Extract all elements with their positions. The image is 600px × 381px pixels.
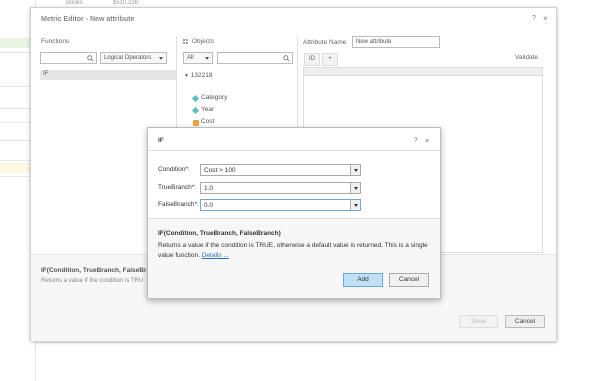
tab-id[interactable]: ID [304,53,320,66]
add-button[interactable]: Add [343,273,383,287]
functions-label: Functions [41,38,70,45]
functions-category-value: Logical Operators [104,55,152,61]
tree-root-item[interactable]: ▼ 132218 [184,72,212,79]
dialog-title: IF [158,137,164,144]
cancel-button[interactable]: Cancel [389,273,429,287]
falsebranch-combobox[interactable]: 0.0 [200,199,361,211]
objects-filter-value: All [187,55,194,61]
function-description: Returns a value if the condition is TRUE… [158,241,430,261]
functions-search-input[interactable] [40,52,97,64]
caret-down-icon: ▼ [184,73,189,79]
search-icon [283,55,290,62]
falsebranch-value: 0.0 [204,202,214,209]
metric-icon [193,120,199,126]
tree-item-category[interactable]: Category [201,94,227,101]
function-list-item-label: IF [43,71,49,77]
cancel-button[interactable]: Cancel [505,315,545,328]
objects-label: Objects [192,38,215,45]
chevron-down-icon[interactable] [350,200,360,210]
background-right-area [557,0,600,381]
function-list-item[interactable]: IF [40,70,176,80]
close-icon[interactable]: × [425,136,429,145]
chevron-down-icon[interactable] [350,165,360,175]
tree-item-year[interactable]: Year [201,106,214,113]
help-icon[interactable]: ? [532,15,536,22]
attribute-name-input[interactable]: New attribute [352,36,440,48]
chevron-down-icon [159,57,163,60]
tree-item-cost[interactable]: Cost [201,118,214,125]
attribute-icon [191,94,200,103]
function-description-text: Returns a value if the condition is TRUE… [158,242,428,259]
chevron-down-icon[interactable] [350,183,360,193]
truebranch-value: 1.0 [204,185,214,192]
attribute-name-label: Attribute Name [303,39,347,46]
function-description: Returns a value if the condition is TRU [41,278,144,284]
objects-filter-select[interactable]: All [183,52,213,64]
condition-label: Condition*: [158,166,190,173]
condition-combobox[interactable]: Cost > 100 [200,164,361,176]
background-bottom-area [36,342,557,381]
validate-link[interactable]: Validate [515,54,538,61]
divider [148,150,440,151]
objects-search-input[interactable] [217,52,293,64]
details-link[interactable]: Details ... [202,252,229,259]
tree-root-label: 132218 [190,72,213,79]
dialog-title: Metric Editor - New attribute [41,16,135,23]
background-text: $510,236 [113,0,139,6]
chevron-down-icon [205,57,209,60]
truebranch-label: TrueBranch*: [158,184,197,191]
if-function-dialog: IF ? × Condition*: Cost > 100 TrueBranch… [147,127,441,299]
grid-icon [183,39,188,44]
save-button[interactable]: Save [459,315,498,328]
help-icon[interactable]: ? [414,137,418,144]
attribute-name-value: New attribute [356,39,392,45]
search-icon [87,55,94,62]
function-syntax: IF(Condition, TrueBranch, FalseBranch) [41,267,164,274]
functions-category-select[interactable]: Logical Operators [100,52,167,64]
close-icon[interactable]: × [543,14,548,23]
falsebranch-label: FalseBranch*: [158,201,199,208]
add-tab-button[interactable]: + [322,53,338,66]
truebranch-combobox[interactable]: 1.0 [200,182,361,194]
function-syntax: IF(Condition, TrueBranch, FalseBranch) [158,230,281,237]
background-text: Books [66,0,83,6]
condition-value: Cost > 100 [204,167,236,174]
attribute-icon [191,106,200,115]
